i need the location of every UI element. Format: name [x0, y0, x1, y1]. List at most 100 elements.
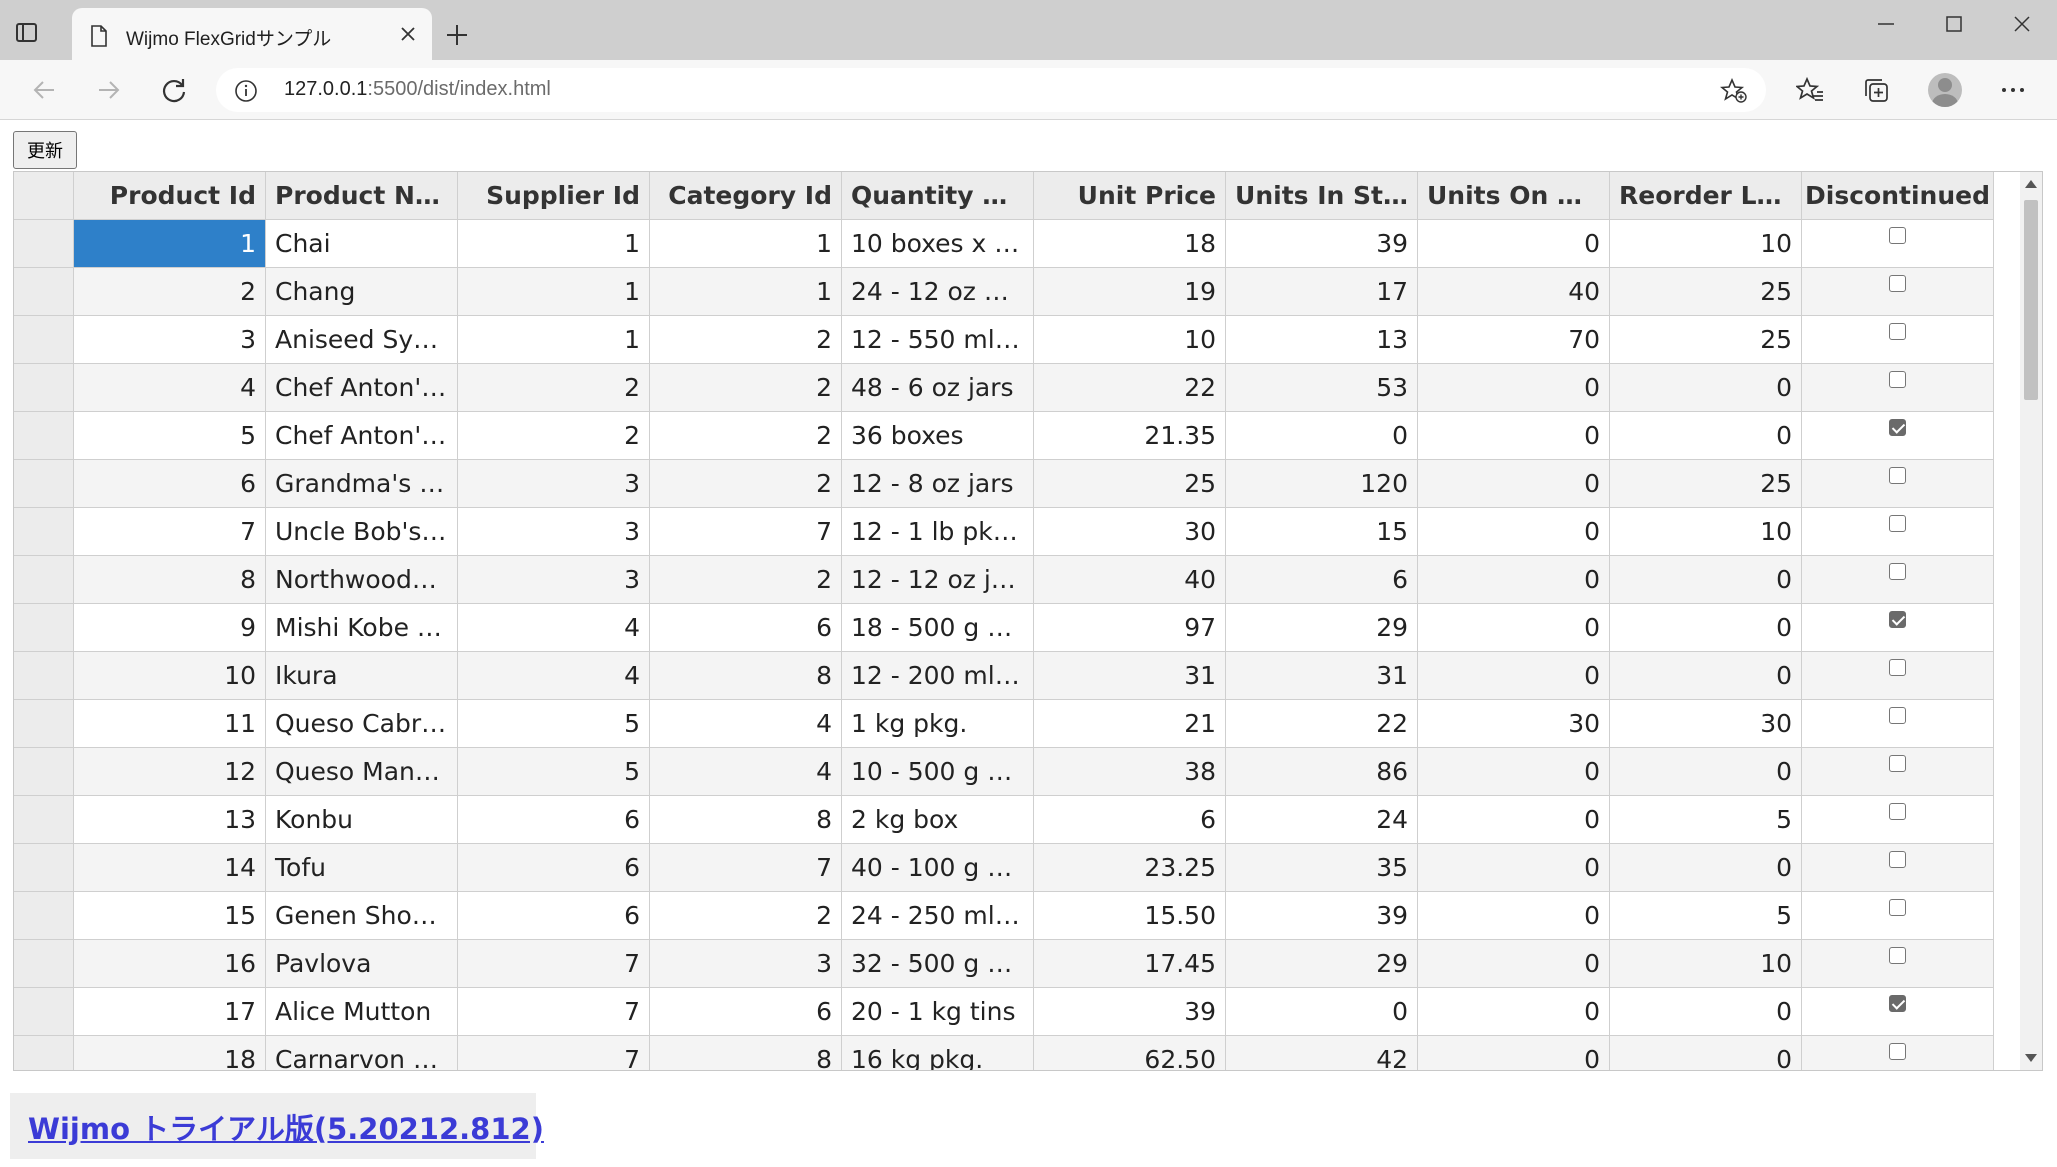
table-row[interactable]: 8 Northwoods… 3 2 12 - 12 oz j… 40 6 0 0 [14, 556, 1996, 604]
table-row[interactable]: 11 Queso Cabr… 5 4 1 kg pkg. 21 22 30 30 [14, 700, 1996, 748]
scroll-down-icon[interactable] [2025, 1054, 2037, 1062]
grid-cell[interactable]: 3 [458, 460, 650, 508]
grid-cell[interactable]: 10 [1034, 316, 1226, 364]
grid-cell[interactable]: 10 [1610, 220, 1802, 268]
grid-cell[interactable]: 6 [650, 604, 842, 652]
grid-cell[interactable]: 6 [458, 844, 650, 892]
row-header-cell[interactable] [14, 1036, 74, 1070]
discontinued-cell[interactable] [1802, 940, 1994, 988]
grid-cell[interactable]: 2 [650, 892, 842, 940]
table-row[interactable]: 10 Ikura 4 8 12 - 200 ml … 31 31 0 0 [14, 652, 1996, 700]
discontinued-cell[interactable] [1802, 652, 1994, 700]
grid-cell[interactable]: 0 [1418, 844, 1610, 892]
row-header-cell[interactable] [14, 412, 74, 460]
discontinued-checkbox[interactable] [1889, 611, 1906, 628]
discontinued-checkbox[interactable] [1889, 1043, 1906, 1060]
grid-cell[interactable]: 15 [1226, 508, 1418, 556]
scroll-up-icon[interactable] [2025, 180, 2037, 188]
scroll-thumb[interactable] [2024, 200, 2038, 400]
grid-cell[interactable]: 4 [458, 604, 650, 652]
refresh-button[interactable]: 更新 [13, 131, 77, 169]
grid-cell[interactable]: 24 - 12 oz b… [842, 268, 1034, 316]
column-header[interactable]: Quantity Pe… [842, 172, 1034, 220]
table-row[interactable]: 7 Uncle Bob's … 3 7 12 - 1 lb pkgs. 30 15 0 10 [14, 508, 1996, 556]
grid-cell[interactable]: 2 kg box [842, 796, 1034, 844]
grid-cell[interactable]: Carnarvon T… [266, 1036, 458, 1070]
grid-cell[interactable]: 39 [1226, 220, 1418, 268]
grid-cell[interactable]: 7 [458, 1036, 650, 1070]
discontinued-cell[interactable] [1802, 892, 1994, 940]
discontinued-checkbox[interactable] [1889, 371, 1906, 388]
info-icon[interactable] [234, 79, 258, 107]
grid-cell[interactable]: 5 [1610, 892, 1802, 940]
grid-cell[interactable]: Uncle Bob's … [266, 508, 458, 556]
browser-tab[interactable]: Wijmo FlexGridサンプル [72, 8, 432, 61]
close-icon[interactable] [398, 24, 418, 48]
grid-cell[interactable]: 62.50 [1034, 1036, 1226, 1070]
discontinued-cell[interactable] [1802, 316, 1994, 364]
forward-arrow-icon[interactable] [95, 76, 123, 108]
discontinued-checkbox[interactable] [1889, 803, 1906, 820]
grid-cell[interactable]: 25 [1034, 460, 1226, 508]
grid-cell[interactable]: 12 - 8 oz jars [842, 460, 1034, 508]
discontinued-checkbox[interactable] [1889, 275, 1906, 292]
discontinued-cell[interactable] [1802, 460, 1994, 508]
discontinued-checkbox[interactable] [1889, 563, 1906, 580]
row-header-cell[interactable] [14, 460, 74, 508]
grid-cell[interactable]: 10 [74, 652, 266, 700]
row-header-cell[interactable] [14, 364, 74, 412]
grid-cell[interactable]: Alice Mutton [266, 988, 458, 1036]
grid-cell[interactable]: 29 [1226, 604, 1418, 652]
discontinued-checkbox[interactable] [1889, 515, 1906, 532]
grid-cell[interactable]: 25 [1610, 460, 1802, 508]
grid-cell[interactable]: 40 - 100 g p… [842, 844, 1034, 892]
grid-cell[interactable]: 5 [458, 748, 650, 796]
grid-cell[interactable]: 21.35 [1034, 412, 1226, 460]
discontinued-cell[interactable] [1802, 796, 1994, 844]
row-header-cell[interactable] [14, 220, 74, 268]
grid-cell[interactable]: 21 [1034, 700, 1226, 748]
grid-cell[interactable]: 97 [1034, 604, 1226, 652]
grid-cell[interactable]: 17 [1226, 268, 1418, 316]
grid-cell[interactable]: 2 [650, 556, 842, 604]
grid-cell[interactable]: 6 [1034, 796, 1226, 844]
grid-cell[interactable]: 17 [74, 988, 266, 1036]
table-row[interactable]: 16 Pavlova 7 3 32 - 500 g b… 17.45 29 0 10 [14, 940, 1996, 988]
table-row[interactable]: 12 Queso Manc… 5 4 10 - 500 g p… 38 86 0 0 [14, 748, 1996, 796]
table-row[interactable]: 18 Carnarvon T… 7 8 16 kg pkg. 62.50 42 0 0 [14, 1036, 1996, 1070]
maximize-icon[interactable] [1920, 0, 1988, 46]
grid-cell[interactable]: Ikura [266, 652, 458, 700]
grid-cell[interactable]: Tofu [266, 844, 458, 892]
grid-cell[interactable]: 0 [1610, 556, 1802, 604]
discontinued-checkbox[interactable] [1889, 899, 1906, 916]
grid-cell[interactable]: 10 [1610, 508, 1802, 556]
discontinued-checkbox[interactable] [1889, 947, 1906, 964]
grid-cell[interactable]: 15.50 [1034, 892, 1226, 940]
grid-cell[interactable]: 30 [1034, 508, 1226, 556]
row-header-cell[interactable] [14, 940, 74, 988]
grid-cell[interactable]: 3 [458, 556, 650, 604]
favorites-icon[interactable] [1794, 76, 1824, 108]
grid-cell[interactable]: Aniseed Syrup [266, 316, 458, 364]
grid-cell[interactable]: 31 [1034, 652, 1226, 700]
column-header[interactable]: Units In St… [1226, 172, 1418, 220]
grid-cell[interactable]: 3 [74, 316, 266, 364]
grid-cell[interactable]: 0 [1226, 988, 1418, 1036]
grid-cell[interactable]: 32 - 500 g b… [842, 940, 1034, 988]
discontinued-cell[interactable] [1802, 604, 1994, 652]
grid-cell[interactable]: 0 [1418, 364, 1610, 412]
grid-cell[interactable]: 3 [458, 508, 650, 556]
grid-cell[interactable]: 0 [1610, 988, 1802, 1036]
column-header[interactable]: Product Na… [266, 172, 458, 220]
grid-cell[interactable]: 17.45 [1034, 940, 1226, 988]
grid-cell[interactable]: 40 [1034, 556, 1226, 604]
grid-cell[interactable]: 1 [650, 220, 842, 268]
grid-cell[interactable]: 0 [1418, 1036, 1610, 1070]
grid-cell[interactable]: 13 [1226, 316, 1418, 364]
collections-icon[interactable] [1862, 76, 1890, 108]
table-row[interactable]: 4 Chef Anton's… 2 2 48 - 6 oz jars 22 53 0 0 [14, 364, 1996, 412]
grid-cell[interactable]: 0 [1418, 556, 1610, 604]
grid-cell[interactable]: 1 [74, 220, 266, 268]
grid-cell[interactable]: 30 [1610, 700, 1802, 748]
grid-cell[interactable]: 40 [1418, 268, 1610, 316]
